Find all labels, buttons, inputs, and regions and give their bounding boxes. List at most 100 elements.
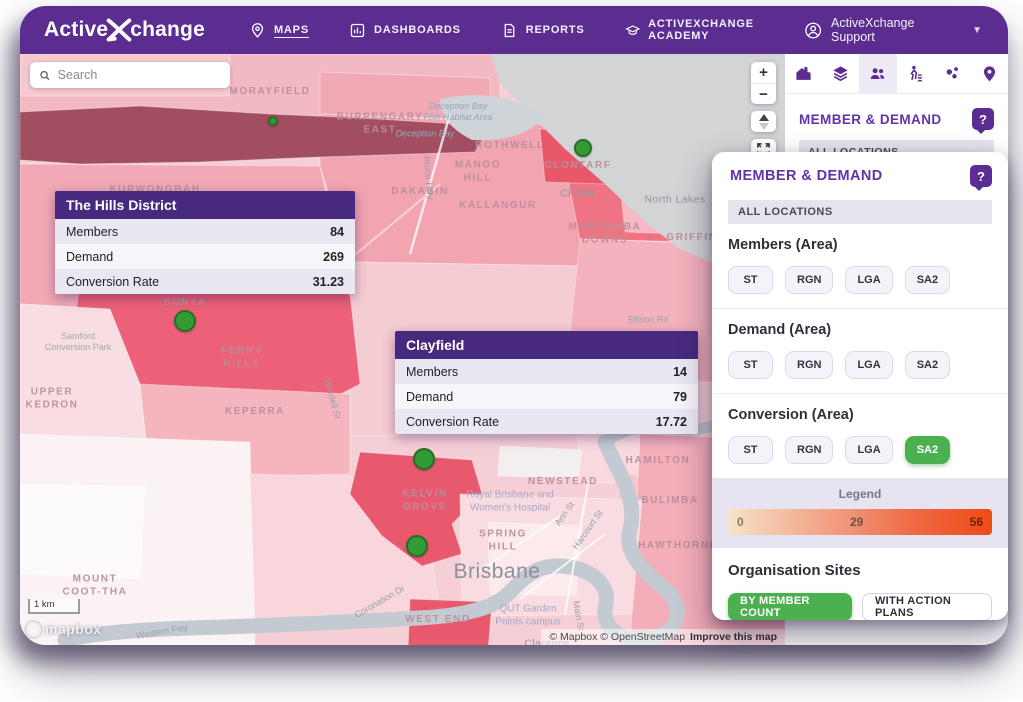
legend-title: Legend — [838, 487, 882, 501]
sidebar-panel-header: MEMBER & DEMAND ? — [785, 94, 1008, 140]
academy-cap-icon — [624, 24, 640, 35]
mapbox-logo[interactable]: mapbox — [26, 621, 102, 637]
chip-lga[interactable]: LGA — [845, 266, 893, 294]
chip-row: ST RGN LGA SA2 — [728, 351, 992, 379]
zoom-out-button[interactable]: − — [751, 83, 776, 104]
layers-icon — [833, 66, 848, 82]
by-member-count-button[interactable]: BY MEMBER COUNT — [728, 593, 852, 620]
nav-label: ACTIVEXCHANGE ACADEMY — [648, 18, 754, 42]
tab-sites[interactable] — [785, 54, 822, 93]
chip-lga[interactable]: LGA — [845, 436, 893, 464]
popup-row-label: Demand — [406, 389, 454, 404]
legend-tick-max: 56 — [969, 515, 983, 529]
map-canvas[interactable]: MORAYFIELD BURPENGARY EAST KURWONGBAH DAKAB… — [20, 54, 785, 645]
site-marker[interactable] — [268, 116, 278, 126]
popup-title: Clayfield — [395, 331, 698, 359]
group-label: Demand (Area) — [728, 322, 832, 338]
brand-text-2: change — [130, 18, 205, 41]
map-pin-icon — [251, 22, 264, 38]
search-input[interactable] — [57, 68, 221, 82]
search-icon — [40, 70, 50, 80]
top-nav: Active change MAPS DASHBOARDS REPORTS AC… — [20, 6, 1008, 54]
tab-layers[interactable] — [822, 54, 859, 93]
popup-row: Conversion Rate 31.23 — [55, 269, 355, 294]
chip-st[interactable]: ST — [728, 436, 773, 464]
chip-row: ST RGN LGA SA2 — [728, 436, 992, 464]
report-icon — [504, 23, 515, 37]
organisation-sites-label: Organisation Sites — [728, 562, 861, 579]
member-demand-panel: MEMBER & DEMAND ? ALL LOCATIONS Members … — [712, 152, 1008, 620]
nav-label: MAPS — [273, 24, 309, 36]
chip-sa2-selected[interactable]: SA2 — [904, 436, 951, 464]
popup-row-value: 31.23 — [312, 274, 344, 289]
location-pin-icon — [983, 66, 995, 82]
chip-sa2[interactable]: SA2 — [904, 266, 951, 294]
nav-item-maps[interactable]: MAPS — [249, 22, 309, 39]
sidebar-panel-title: MEMBER & DEMAND — [799, 111, 942, 127]
site-marker[interactable] — [413, 448, 435, 470]
with-action-plans-button[interactable]: WITH ACTION PLANS — [861, 593, 992, 620]
site-marker[interactable] — [174, 310, 196, 332]
organisation-sites-section: Organisation Sites BY MEMBER COUNT WITH … — [712, 548, 1008, 620]
mapbox-wordmark: mapbox — [45, 621, 102, 637]
chevron-down-icon: ▼ — [972, 24, 982, 36]
members-icon — [871, 68, 885, 80]
sidebar-tabbar — [785, 54, 1008, 94]
chip-sa2[interactable]: SA2 — [904, 351, 951, 379]
group-label: Conversion (Area) — [728, 407, 854, 423]
user-menu[interactable]: ActiveXchange Support ▼ — [804, 16, 982, 44]
map-info-popup: The Hills District Members 84 Demand 269… — [55, 191, 355, 294]
improve-map-link[interactable]: Improve this map — [690, 631, 777, 643]
pitch-control — [751, 111, 776, 132]
pedestrian-icon — [910, 65, 922, 82]
building-icon — [796, 67, 811, 80]
tab-locations[interactable] — [971, 54, 1008, 93]
nav-label: REPORTS — [525, 24, 585, 36]
legend-tick-mid: 29 — [849, 515, 864, 529]
user-name: ActiveXchange Support — [831, 16, 915, 44]
brand-text-1: Active — [44, 18, 109, 41]
nav-item-dashboards[interactable]: DASHBOARDS — [349, 22, 461, 39]
conversion-area-group: Conversion (Area) ST RGN LGA SA2 — [712, 394, 1008, 478]
site-marker[interactable] — [574, 139, 592, 157]
site-marker[interactable] — [406, 535, 428, 557]
popup-row: Conversion Rate 17.72 — [395, 409, 698, 434]
nav-item-reports[interactable]: REPORTS — [501, 22, 585, 39]
legend-tick-min: 0 — [737, 515, 744, 529]
tab-demand[interactable] — [897, 54, 934, 93]
mapbox-icon — [26, 621, 41, 637]
chip-rgn[interactable]: RGN — [785, 436, 834, 464]
chip-st[interactable]: ST — [728, 266, 773, 294]
nav-label: DASHBOARDS — [373, 24, 461, 36]
screen: Active change MAPS DASHBOARDS REPORTS AC… — [0, 0, 1023, 702]
zoom-in-button[interactable]: + — [751, 62, 776, 83]
chip-lga[interactable]: LGA — [845, 351, 893, 379]
popup-row: Demand 79 — [395, 384, 698, 409]
nav-items: MAPS DASHBOARDS REPORTS ACTIVEXCHANGE AC… — [249, 18, 804, 42]
help-icon[interactable]: ? — [972, 108, 994, 134]
popup-row-value: 84 — [330, 224, 344, 239]
popup-row-value: 79 — [673, 389, 687, 404]
group-label: Members (Area) — [728, 237, 838, 253]
popup-row: Demand 269 — [55, 244, 355, 269]
compass-icon[interactable] — [751, 111, 776, 132]
panel-title: MEMBER & DEMAND — [730, 168, 883, 184]
dashboard-icon — [350, 23, 365, 37]
popup-title: The Hills District — [55, 191, 355, 219]
map-info-popup: Clayfield Members 14 Demand 79 Conversio… — [395, 331, 698, 434]
nav-item-academy[interactable]: ACTIVEXCHANGE ACADEMY — [624, 18, 804, 42]
chip-row: ST RGN LGA SA2 — [728, 266, 992, 294]
help-icon[interactable]: ? — [970, 165, 992, 191]
tab-clusters[interactable] — [934, 54, 971, 93]
popup-row: Members 14 — [395, 359, 698, 384]
attribution-credits[interactable]: © Mapbox © OpenStreetMap — [549, 631, 685, 643]
chip-rgn[interactable]: RGN — [785, 351, 834, 379]
cluster-icon — [946, 67, 958, 79]
map-search — [30, 62, 230, 88]
chip-st[interactable]: ST — [728, 351, 773, 379]
chip-rgn[interactable]: RGN — [785, 266, 834, 294]
map-attribution: © Mapbox © OpenStreetMap Improve this ma… — [541, 629, 785, 645]
tab-members[interactable] — [859, 54, 897, 93]
popup-row-label: Conversion Rate — [66, 274, 160, 289]
user-icon — [804, 22, 821, 38]
